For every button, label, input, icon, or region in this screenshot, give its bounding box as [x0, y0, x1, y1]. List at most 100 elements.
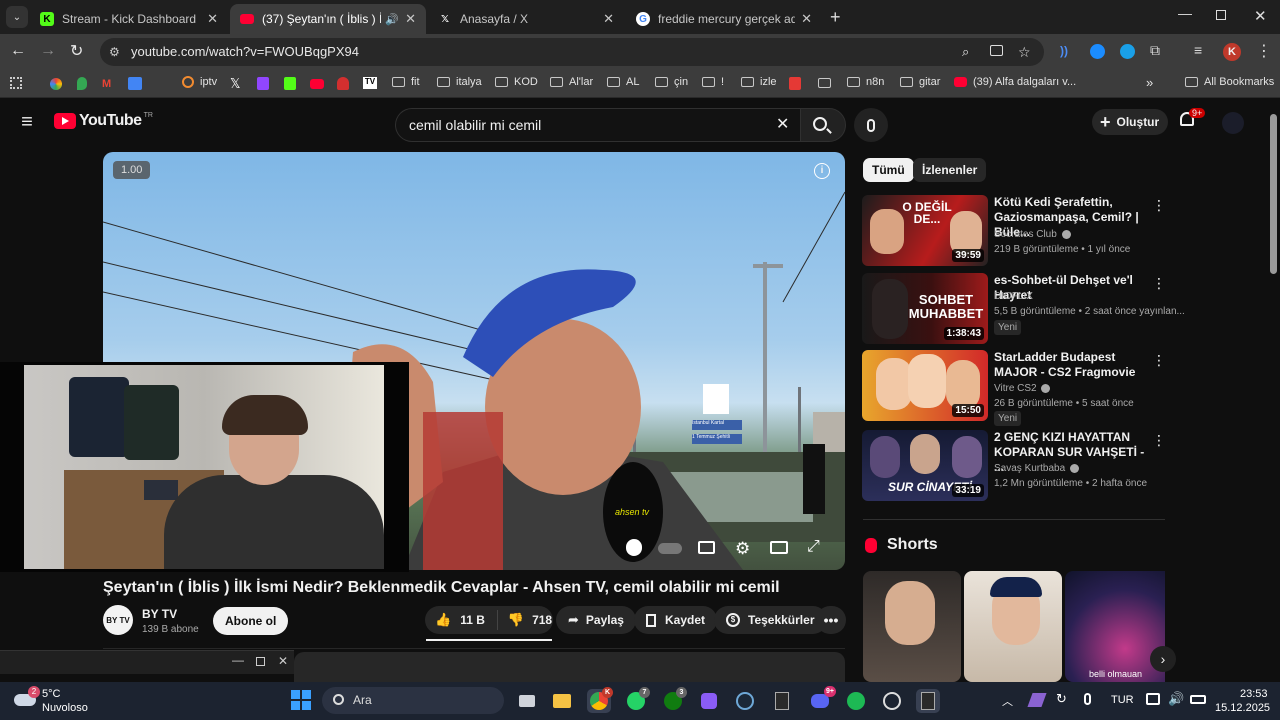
spotify-icon[interactable]	[844, 689, 868, 713]
voice-search-button[interactable]	[854, 108, 888, 142]
network-icon[interactable]	[1146, 693, 1160, 705]
folder-icon[interactable]	[818, 78, 837, 88]
video-thumbnail[interactable]: SUR CİNAYETİ 33:19	[862, 430, 988, 501]
subscribe-button[interactable]: Abone ol	[213, 607, 289, 635]
shield-red-icon[interactable]	[337, 77, 349, 90]
site-info-icon[interactable]: ⚙	[109, 38, 120, 66]
channel-name[interactable]: Savaş Kurtbaba	[994, 463, 1079, 474]
browser-tab-youtube[interactable]: (37) Şeytan'ın ( İblis ) İlk İsmi 🔊 ✕	[230, 4, 426, 34]
new-tab-button[interactable]: +	[830, 7, 841, 28]
channel-name[interactable]: BY TV	[142, 607, 177, 621]
chip-watched[interactable]: İzlenenler	[913, 158, 987, 182]
clear-search-icon[interactable]: ✕	[776, 109, 789, 141]
bookmark-folder-n8n[interactable]: n8n	[847, 76, 884, 88]
page-scrollbar[interactable]	[1270, 114, 1277, 274]
channel-name[interactable]: DIOFLIX	[994, 291, 1033, 302]
epic-games-active-icon[interactable]	[916, 689, 940, 713]
tv-icon[interactable]: TV	[363, 77, 377, 89]
bookmark-alfa-dalgalari[interactable]: (39) Alfa dalgaları v...	[954, 76, 1076, 88]
short-thumbnail[interactable]	[964, 571, 1062, 682]
sync-tray-icon[interactable]: ↻	[1056, 691, 1067, 707]
fullscreen-icon[interactable]: ⤢	[807, 538, 820, 556]
steam-icon[interactable]	[733, 689, 757, 713]
tab-search-button[interactable]: ⌄	[6, 6, 28, 28]
discord-icon[interactable]: 9+	[808, 686, 836, 713]
short-thumbnail[interactable]	[863, 571, 961, 682]
taskbar-search[interactable]: Ara	[322, 687, 504, 714]
minimize-icon[interactable]: —	[232, 653, 244, 667]
address-bar[interactable]: ⚙ youtube.com/watch?v=FWOUBqgPX94 ⌕ ☆	[100, 38, 1044, 66]
more-bookmarks-icon[interactable]: »	[1146, 75, 1153, 90]
bookmark-folder-allar[interactable]: Al'lar	[550, 76, 593, 88]
account-avatar[interactable]	[1222, 112, 1244, 134]
channel-avatar[interactable]: BY TV	[103, 605, 133, 635]
reload-button[interactable]: ↻	[70, 41, 83, 61]
maps-icon[interactable]	[77, 77, 87, 90]
twitch-icon[interactable]	[257, 77, 269, 90]
bookmark-folder-cin[interactable]: çin	[655, 76, 688, 88]
cast-icon[interactable]	[990, 45, 1003, 56]
bookmark-folder-gitar[interactable]: gitar	[900, 76, 940, 88]
bookmark-folder-al[interactable]: AL	[607, 76, 639, 88]
more-vertical-icon[interactable]: ⋮	[1152, 432, 1166, 449]
weather-widget[interactable]: 2 5°C Nuvoloso	[14, 686, 134, 716]
all-bookmarks[interactable]: All Bookmarks	[1185, 76, 1274, 88]
info-icon[interactable]: i	[814, 163, 830, 179]
battery-icon[interactable]	[1190, 695, 1206, 704]
bookmark-iptv[interactable]: iptv	[182, 76, 217, 88]
maximize-icon[interactable]	[256, 657, 265, 666]
close-icon[interactable]: ✕	[207, 11, 218, 27]
forward-button[interactable]: →	[40, 42, 56, 60]
channel-name[interactable]: Socrates Club	[994, 229, 1071, 240]
miniplayer-icon[interactable]	[770, 541, 788, 554]
profile-avatar[interactable]: K	[1223, 43, 1241, 61]
microphone-tray-icon[interactable]	[1084, 693, 1091, 705]
speaker-icon[interactable]: 🔊	[385, 13, 399, 26]
clock-time[interactable]: 23:53	[1240, 688, 1268, 700]
more-vertical-icon[interactable]: ⋮	[1152, 197, 1166, 214]
xbox-icon[interactable]: 3	[661, 687, 687, 713]
browser-menu-icon[interactable]: ⋮	[1256, 41, 1272, 61]
chip-all[interactable]: Tümü	[863, 158, 914, 182]
search-button[interactable]	[800, 108, 846, 142]
more-actions-button[interactable]: •••	[816, 606, 846, 634]
hamburger-menu-icon[interactable]: ≡	[17, 111, 37, 133]
start-button[interactable]	[291, 690, 311, 710]
restore-button[interactable]	[1216, 10, 1226, 20]
media-app-icon[interactable]	[697, 689, 721, 713]
epic-games-icon[interactable]	[770, 689, 794, 713]
extensions-puzzle-icon[interactable]: ⧉	[1150, 42, 1160, 59]
bookmark-folder-izle[interactable]: izle	[741, 76, 777, 88]
youtube-logo[interactable]: YouTube TR	[54, 112, 153, 130]
recommendation-item[interactable]: SOHBET MUHABBET 1:38:43 es-Sohbet-ül Deh…	[862, 273, 1185, 345]
video-thumbnail[interactable]: 15:50	[862, 350, 988, 421]
channel-name[interactable]: Vitre CS2	[994, 383, 1051, 394]
bookmark-folder-italya[interactable]: italya	[437, 76, 482, 88]
create-button[interactable]: + Oluştur	[1092, 109, 1168, 135]
window-close-button[interactable]: ✕	[1254, 7, 1267, 25]
recommendation-item[interactable]: O DEĞİL DE... 39:59 Kötü Kedi Şerafettin…	[862, 195, 1172, 267]
more-vertical-icon[interactable]: ⋮	[1152, 352, 1166, 369]
video-thumbnail[interactable]: O DEĞİL DE... 39:59	[862, 195, 988, 266]
zoom-icon[interactable]: ⌕	[962, 38, 969, 66]
volume-icon[interactable]: 🔊	[1168, 691, 1184, 707]
translate-icon[interactable]	[128, 77, 142, 90]
language-indicator[interactable]: TUR	[1111, 694, 1134, 706]
extension-play-icon[interactable]	[1120, 44, 1135, 59]
video-thumbnail[interactable]: SOHBET MUHABBET 1:38:43	[862, 273, 988, 344]
recommendation-item[interactable]: 15:50 StarLadder Budapest MAJOR - CS2 Fr…	[862, 350, 1172, 426]
youtube-icon[interactable]	[310, 79, 324, 89]
close-icon[interactable]: ✕	[405, 11, 416, 27]
recording-app-icon[interactable]	[880, 689, 904, 713]
bookmark-folder-exclaim[interactable]: !	[702, 76, 724, 88]
subtitles-icon[interactable]	[698, 541, 715, 554]
search-input[interactable]: cemil olabilir mi cemil ✕	[395, 108, 800, 142]
ad-block-shield-icon[interactable]	[626, 539, 642, 556]
notifications-button[interactable]: 9+	[1180, 108, 1206, 126]
minimize-button[interactable]: —	[1178, 5, 1192, 21]
close-icon[interactable]: ✕	[278, 654, 288, 668]
bookmark-star-icon[interactable]: ☆	[1018, 38, 1031, 66]
like-button[interactable]: 👍 11 B	[425, 610, 498, 630]
browser-tab-google[interactable]: G freddie mercury gerçek adı - Go ✕	[626, 4, 822, 34]
dislike-button[interactable]: 👎 718	[498, 612, 552, 628]
